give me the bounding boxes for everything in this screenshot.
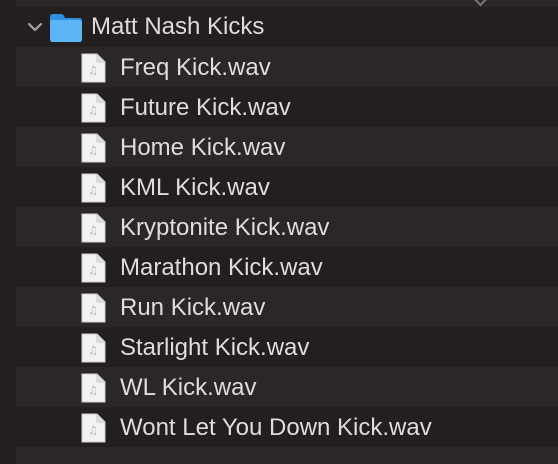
audio-file-icon: ♫: [80, 413, 106, 443]
chevron-down-icon[interactable]: [26, 18, 44, 36]
audio-file-icon: ♫: [80, 93, 106, 123]
svg-text:♫: ♫: [88, 64, 98, 77]
file-name: Wont Let You Down Kick.wav: [120, 414, 432, 441]
folder-name: Matt Nash Kicks: [91, 13, 265, 40]
empty-row: [16, 447, 558, 464]
file-row[interactable]: ♫ KML Kick.wav: [16, 167, 558, 207]
audio-file-icon: ♫: [80, 253, 106, 283]
file-row[interactable]: ♫ Kryptonite Kick.wav: [16, 207, 558, 247]
file-name: Freq Kick.wav: [120, 54, 271, 81]
file-row[interactable]: ♫ WL Kick.wav: [16, 367, 558, 407]
folder-row[interactable]: Matt Nash Kicks: [16, 7, 558, 47]
file-name: Future Kick.wav: [120, 94, 291, 121]
folder-icon: [49, 12, 95, 44]
audio-file-icon: ♫: [80, 173, 106, 203]
file-row[interactable]: ♫ Marathon Kick.wav: [16, 247, 558, 287]
finder-list-view: Matt Nash Kicks ♫ Freq Kick.wav ♫ Future…: [0, 0, 558, 464]
file-list: ♫ Freq Kick.wav ♫ Future Kick.wav ♫ Home…: [16, 47, 558, 447]
svg-text:♫: ♫: [88, 344, 98, 357]
file-row[interactable]: ♫ Run Kick.wav: [16, 287, 558, 327]
svg-text:♫: ♫: [88, 144, 98, 157]
svg-text:♫: ♫: [88, 384, 98, 397]
audio-file-icon: ♫: [80, 213, 106, 243]
audio-file-icon: ♫: [80, 333, 106, 363]
file-row[interactable]: ♫ Future Kick.wav: [16, 87, 558, 127]
audio-file-icon: ♫: [80, 133, 106, 163]
svg-text:♫: ♫: [88, 104, 98, 117]
file-row[interactable]: ♫ Freq Kick.wav: [16, 47, 558, 87]
svg-text:♫: ♫: [88, 304, 98, 317]
file-name: Run Kick.wav: [120, 294, 266, 321]
previous-row-partial[interactable]: [16, 0, 558, 7]
file-name: KML Kick.wav: [120, 174, 270, 201]
file-row[interactable]: ♫ Starlight Kick.wav: [16, 327, 558, 367]
chevron-icon: [472, 0, 489, 7]
file-name: Starlight Kick.wav: [120, 334, 310, 361]
svg-text:♫: ♫: [88, 264, 98, 277]
file-name: Marathon Kick.wav: [120, 254, 323, 281]
audio-file-icon: ♫: [80, 373, 106, 403]
svg-text:♫: ♫: [88, 424, 98, 437]
file-row[interactable]: ♫ Wont Let You Down Kick.wav: [16, 407, 558, 447]
file-name: Kryptonite Kick.wav: [120, 214, 330, 241]
audio-file-icon: ♫: [80, 53, 106, 83]
file-name: Home Kick.wav: [120, 134, 286, 161]
file-name: WL Kick.wav: [120, 374, 257, 401]
file-row[interactable]: ♫ Home Kick.wav: [16, 127, 558, 167]
svg-text:♫: ♫: [88, 224, 98, 237]
svg-text:♫: ♫: [88, 184, 98, 197]
audio-file-icon: ♫: [80, 293, 106, 323]
